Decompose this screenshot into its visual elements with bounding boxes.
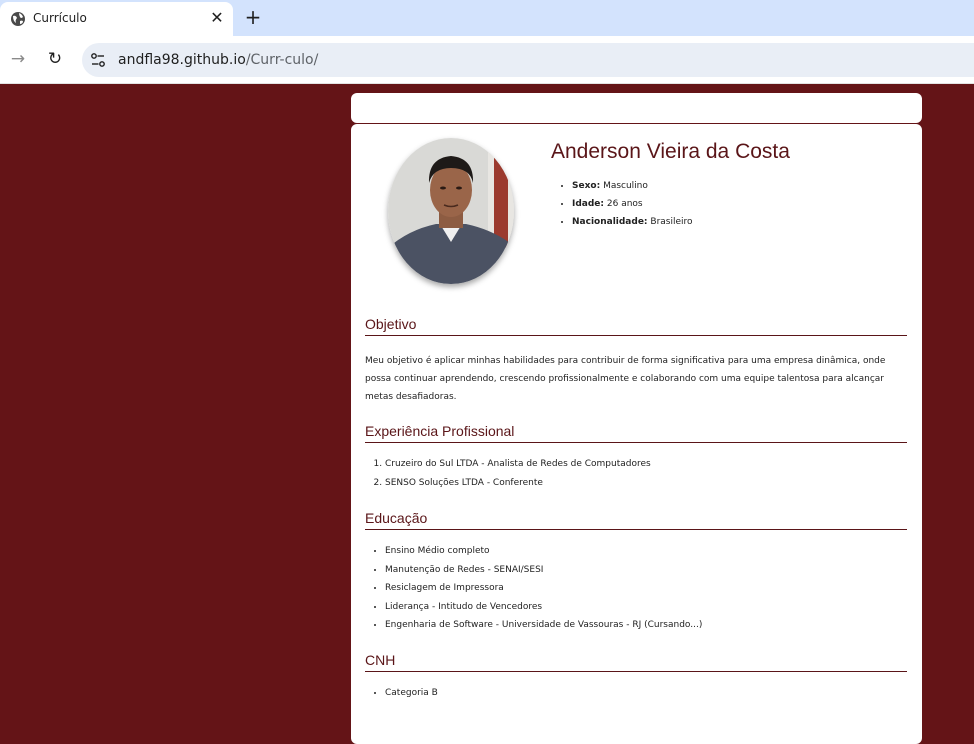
list-item: Idade: 26 anos (572, 195, 693, 213)
site-settings-icon[interactable] (90, 52, 106, 68)
header-card (351, 93, 922, 123)
browser-tab[interactable]: Currículo ✕ (0, 2, 233, 36)
address-bar[interactable]: andfla98.github.io/Curr-culo/ (82, 43, 974, 77)
list-item: Sexo: Masculino (572, 177, 693, 195)
info-label: Sexo: (572, 181, 601, 191)
objective-text: Meu objetivo é aplicar minhas habilidade… (365, 356, 886, 402)
url-text[interactable]: andfla98.github.io/Curr-culo/ (118, 52, 318, 68)
browser-toolbar: → ↻ andfla98.github.io/Curr-culo/ (0, 36, 974, 84)
cnh-heading: CNH (365, 652, 907, 672)
close-tab-icon[interactable]: ✕ (208, 9, 226, 27)
personal-info-list: Sexo: Masculino Idade: 26 anos Nacionali… (572, 177, 693, 231)
tab-title: Currículo (33, 11, 87, 25)
resume-card: Anderson Vieira da Costa Sexo: Masculino… (351, 124, 922, 744)
new-tab-button[interactable]: + (243, 6, 263, 28)
profile-photo (388, 138, 514, 284)
list-item: Cruzeiro do Sul LTDA - Analista de Redes… (385, 455, 651, 474)
list-item: Liderança - Intitudo de Vencedores (385, 598, 702, 617)
candidate-name: Anderson Vieira da Costa (551, 140, 790, 163)
list-item: Engenharia de Software - Universidade de… (385, 616, 702, 635)
reload-button[interactable]: ↻ (45, 49, 65, 69)
forward-button[interactable]: → (8, 49, 28, 69)
education-list: Ensino Médio completo Manutenção de Rede… (385, 542, 702, 635)
list-item: Ensino Médio completo (385, 542, 702, 561)
url-path: /Curr-culo/ (245, 52, 319, 68)
url-host: andfla98.github.io (118, 52, 246, 68)
info-label: Nacionalidade: (572, 217, 648, 227)
tab-strip: Currículo ✕ + (0, 0, 974, 36)
globe-icon (11, 12, 25, 26)
info-label: Idade: (572, 199, 605, 209)
info-value: 26 anos (606, 199, 643, 209)
cnh-list: Categoria B (385, 684, 438, 703)
experience-list: Cruzeiro do Sul LTDA - Analista de Redes… (385, 455, 651, 492)
list-item: Manutenção de Redes - SENAI/SESI (385, 561, 702, 580)
list-item: Resiclagem de Impressora (385, 579, 702, 598)
experience-heading: Experiência Profissional (365, 423, 907, 443)
info-value: Masculino (603, 181, 648, 191)
list-item: Categoria B (385, 684, 438, 703)
list-item: SENSO Soluções LTDA - Conferente (385, 474, 651, 493)
info-value: Brasileiro (650, 217, 693, 227)
education-heading: Educação (365, 510, 907, 530)
list-item: Nacionalidade: Brasileiro (572, 213, 693, 231)
objective-heading: Objetivo (365, 316, 907, 336)
